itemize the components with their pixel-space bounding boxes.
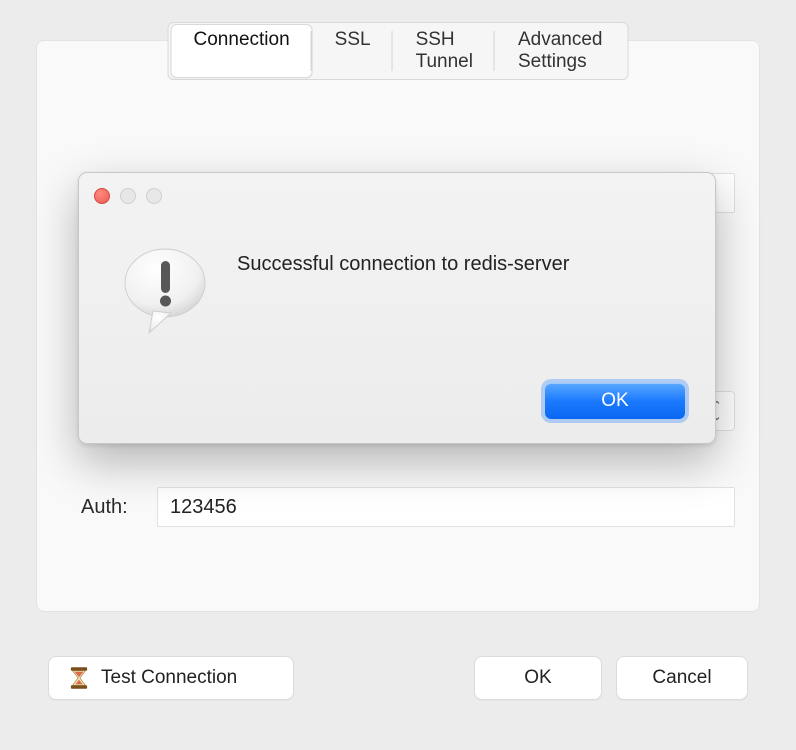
cancel-button[interactable]: Cancel [616, 656, 748, 700]
test-connection-button[interactable]: Test Connection [48, 656, 294, 700]
window-close-icon[interactable] [94, 188, 110, 204]
window-minimize-icon [120, 188, 136, 204]
tab-ssl[interactable]: SSL [313, 25, 393, 77]
row-auth: Auth: [61, 487, 735, 527]
alert-dialog: Successful connection to redis-server OK [78, 172, 716, 444]
traffic-lights [94, 188, 162, 204]
alert-body: Successful connection to redis-server OK [115, 229, 685, 419]
footer: Test Connection OK Cancel [48, 656, 748, 700]
auth-label: Auth: [61, 496, 147, 519]
tab-ssh-tunnel[interactable]: SSH Tunnel [394, 25, 495, 77]
tab-bar: Connection SSL SSH Tunnel Advanced Setti… [168, 22, 629, 80]
window-zoom-icon [146, 188, 162, 204]
tab-connection[interactable]: Connection [172, 25, 312, 77]
alert-message: Successful connection to redis-server [237, 253, 685, 276]
tab-advanced-settings[interactable]: Advanced Settings [496, 25, 625, 77]
dialog-ok-button[interactable]: OK [545, 383, 685, 419]
auth-input[interactable] [157, 487, 735, 527]
test-connection-label: Test Connection [101, 667, 237, 689]
exclamation-speech-icon [115, 241, 215, 341]
ok-button[interactable]: OK [474, 656, 602, 700]
hourglass-icon [69, 665, 89, 691]
